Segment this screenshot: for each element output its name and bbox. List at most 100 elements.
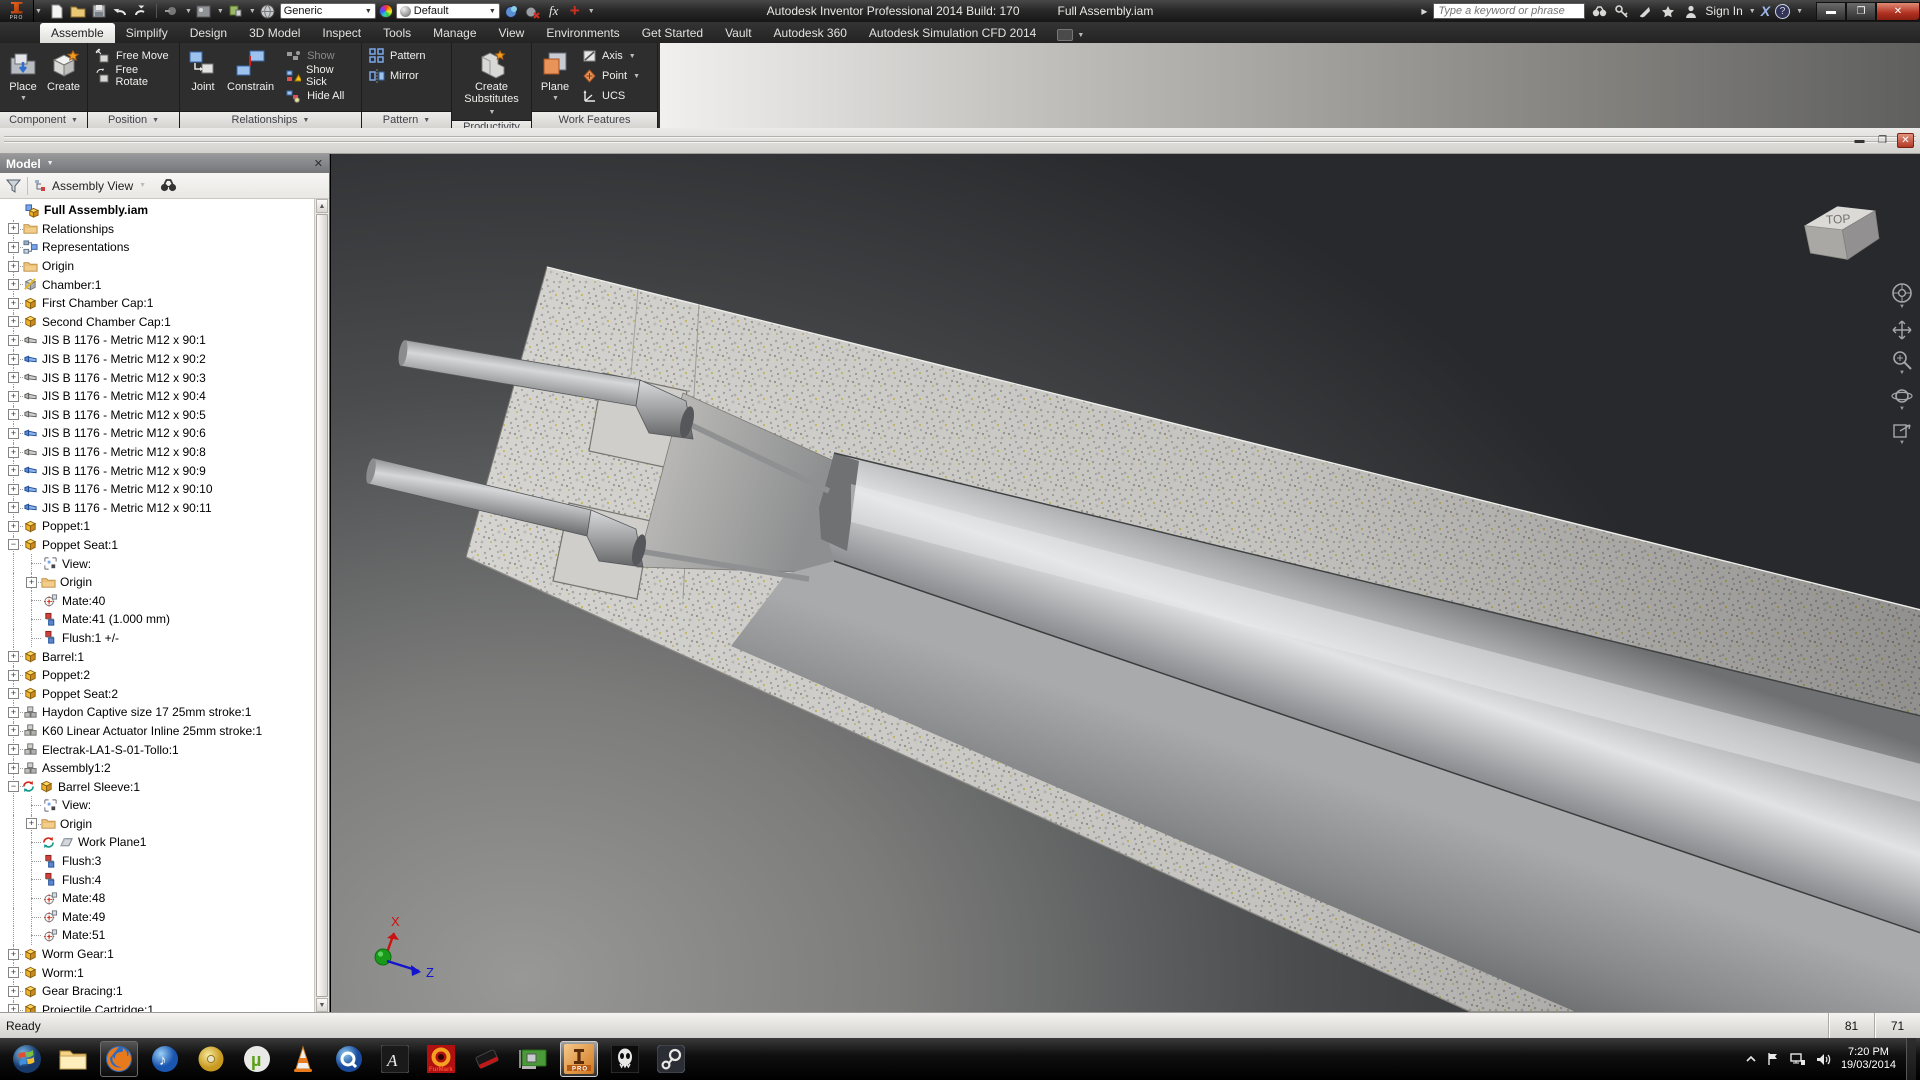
volume-icon[interactable] [1816,1053,1831,1066]
taskbar-firefox-icon[interactable] [100,1041,138,1077]
browser-scrollbar[interactable]: ▲ ▼ [314,199,329,1012]
adjust-appearance-button[interactable] [503,3,521,19]
search-binoculars-icon[interactable] [1590,3,1608,19]
sign-in-chevron-icon[interactable]: ▼ [1749,8,1756,15]
expand-toggle[interactable]: + [8,298,19,309]
tree-item[interactable]: +JIS B 1176 - Metric M12 x 90:1 [0,331,314,350]
ribbon-tab-view[interactable]: View [488,23,536,43]
appearance-sphere-icon[interactable] [259,3,277,19]
taskbar-windows-start-icon[interactable] [8,1041,46,1077]
doc-minimize-button[interactable]: ▬ [1851,133,1868,148]
ribbon-tab-autodesk-360[interactable]: Autodesk 360 [763,23,858,43]
expand-toggle[interactable]: + [8,651,19,662]
tree-item[interactable]: +JIS B 1176 - Metric M12 x 90:2 [0,350,314,369]
constrain-button[interactable]: Constrain [224,46,277,94]
expand-toggle[interactable]: + [8,242,19,253]
material-select[interactable]: Generic ▼ [280,3,376,19]
expand-toggle[interactable]: + [8,725,19,736]
expand-toggle[interactable]: + [8,1004,19,1012]
tree-item[interactable]: +JIS B 1176 - Metric M12 x 90:8 [0,443,314,462]
pan-button[interactable] [1892,320,1912,340]
axis-button[interactable]: Axis▼ [579,46,643,66]
point-button[interactable]: Point▼ [579,66,643,86]
tree-item[interactable]: +Poppet:1 [0,517,314,536]
tray-expand-arrow-icon[interactable] [1746,1055,1756,1063]
taskbar-red-black-app-icon[interactable] [468,1041,506,1077]
viewcube-top-label[interactable]: TOP [1826,212,1851,227]
orbit-button[interactable]: ▼ [1891,386,1913,412]
network-icon[interactable] [1790,1053,1806,1066]
application-menu-button[interactable]: PRO [0,0,34,22]
tree-item[interactable]: View: [0,796,314,815]
ribbon-display-toggle[interactable]: ▼ [1057,29,1084,41]
tree-item[interactable]: +JIS B 1176 - Metric M12 x 90:10 [0,480,314,499]
tree-item[interactable]: Work Plane1 [0,833,314,852]
tree-item[interactable]: Mate:41 (1.000 mm) [0,610,314,629]
tree-item[interactable]: +Origin [0,815,314,834]
show-desktop-button[interactable] [1906,1038,1916,1080]
tree-item[interactable]: +JIS B 1176 - Metric M12 x 90:3 [0,368,314,387]
tree-item[interactable]: +Chamber:1 [0,275,314,294]
expand-toggle[interactable]: + [8,261,19,272]
taskbar-disc-burner-icon[interactable] [192,1041,230,1077]
sign-in-button[interactable]: Sign In [1705,4,1742,18]
taskbar-vlc-icon[interactable] [284,1041,322,1077]
ribbon-tab-vault[interactable]: Vault [714,23,762,43]
ribbon-tab-inspect[interactable]: Inspect [311,23,372,43]
expand-toggle[interactable]: + [26,818,37,829]
splitter-groove[interactable] [4,141,1916,142]
iproperties-button[interactable] [195,3,213,19]
tree-item[interactable]: +Relationships [0,220,314,239]
search-expand-arrow-icon[interactable]: ▸ [1420,3,1428,19]
pattern-button[interactable]: Pattern [366,46,428,66]
tree-item[interactable]: +Haydon Captive size 17 25mm stroke:1 [0,703,314,722]
subscription-key-icon[interactable] [1613,3,1631,19]
tree-item[interactable]: +Worm:1 [0,963,314,982]
splitter-groove[interactable] [4,136,1916,137]
expand-toggle[interactable]: + [8,484,19,495]
tree-item[interactable]: +JIS B 1176 - Metric M12 x 90:4 [0,387,314,406]
help-chevron-icon[interactable]: ▼ [1796,8,1803,15]
search-input[interactable] [1433,3,1585,19]
expand-toggle[interactable]: + [8,279,19,290]
sign-in-person-icon[interactable] [1682,3,1700,19]
navigation-wheel-button[interactable]: ▼ [1891,282,1913,310]
zoom-chevron-icon[interactable]: ▼ [1899,370,1905,376]
expand-toggle[interactable]: + [8,502,19,513]
tree-item[interactable]: Mate:40 [0,591,314,610]
redo-button[interactable] [132,3,150,19]
scroll-up-arrow-icon[interactable]: ▲ [316,199,328,213]
tree-item[interactable]: +JIS B 1176 - Metric M12 x 90:6 [0,424,314,443]
expand-toggle[interactable]: + [8,688,19,699]
taskbar-inventor-pro-icon[interactable]: PRO [560,1041,598,1077]
plane-button[interactable]: Plane ▼ [536,46,574,106]
ribbon-tab-tools[interactable]: Tools [372,23,422,43]
taskbar-cod-ghosts-icon[interactable] [606,1041,644,1077]
select-chevron-icon[interactable]: ▼ [185,8,192,15]
taskbar-furmark-icon[interactable]: FurMark [422,1041,460,1077]
tree-item[interactable]: +Poppet Seat:2 [0,684,314,703]
tree-item[interactable]: +Poppet:2 [0,666,314,685]
close-button[interactable]: ✕ [1876,2,1920,21]
panel-label-relationships[interactable]: Relationships▼ [180,111,361,128]
minimize-button[interactable]: ▬ [1816,2,1846,21]
expand-toggle[interactable]: + [8,223,19,234]
ribbon-tab-environments[interactable]: Environments [535,23,630,43]
ucs-button[interactable]: UCS [579,86,643,106]
doc-restore-button[interactable]: ❐ [1874,133,1891,148]
filter-funnel-icon[interactable] [6,179,21,193]
add-qat-button[interactable]: + [566,3,584,19]
look-at-button[interactable]: ▼ [1892,422,1912,446]
tree-item[interactable]: +Projectile Cartridge:1 [0,1001,314,1012]
select-tool-button[interactable] [163,3,181,19]
ribbon-tab-design[interactable]: Design [179,23,238,43]
favorites-star-icon[interactable] [1659,3,1677,19]
tree-item[interactable]: Flush:3 [0,852,314,871]
tree-item[interactable]: Full Assembly.iam [0,201,314,220]
free-rotate-button[interactable]: Free Rotate [92,66,175,86]
create-substitutes-button[interactable]: Create Substitutes ▼ [456,46,527,120]
show-sick-button[interactable]: Show Sick [283,66,357,86]
mirror-button[interactable]: Mirror [366,66,428,86]
browser-title-chevron-icon[interactable]: ▼ [47,160,54,167]
tree-item[interactable]: Mate:49 [0,908,314,927]
